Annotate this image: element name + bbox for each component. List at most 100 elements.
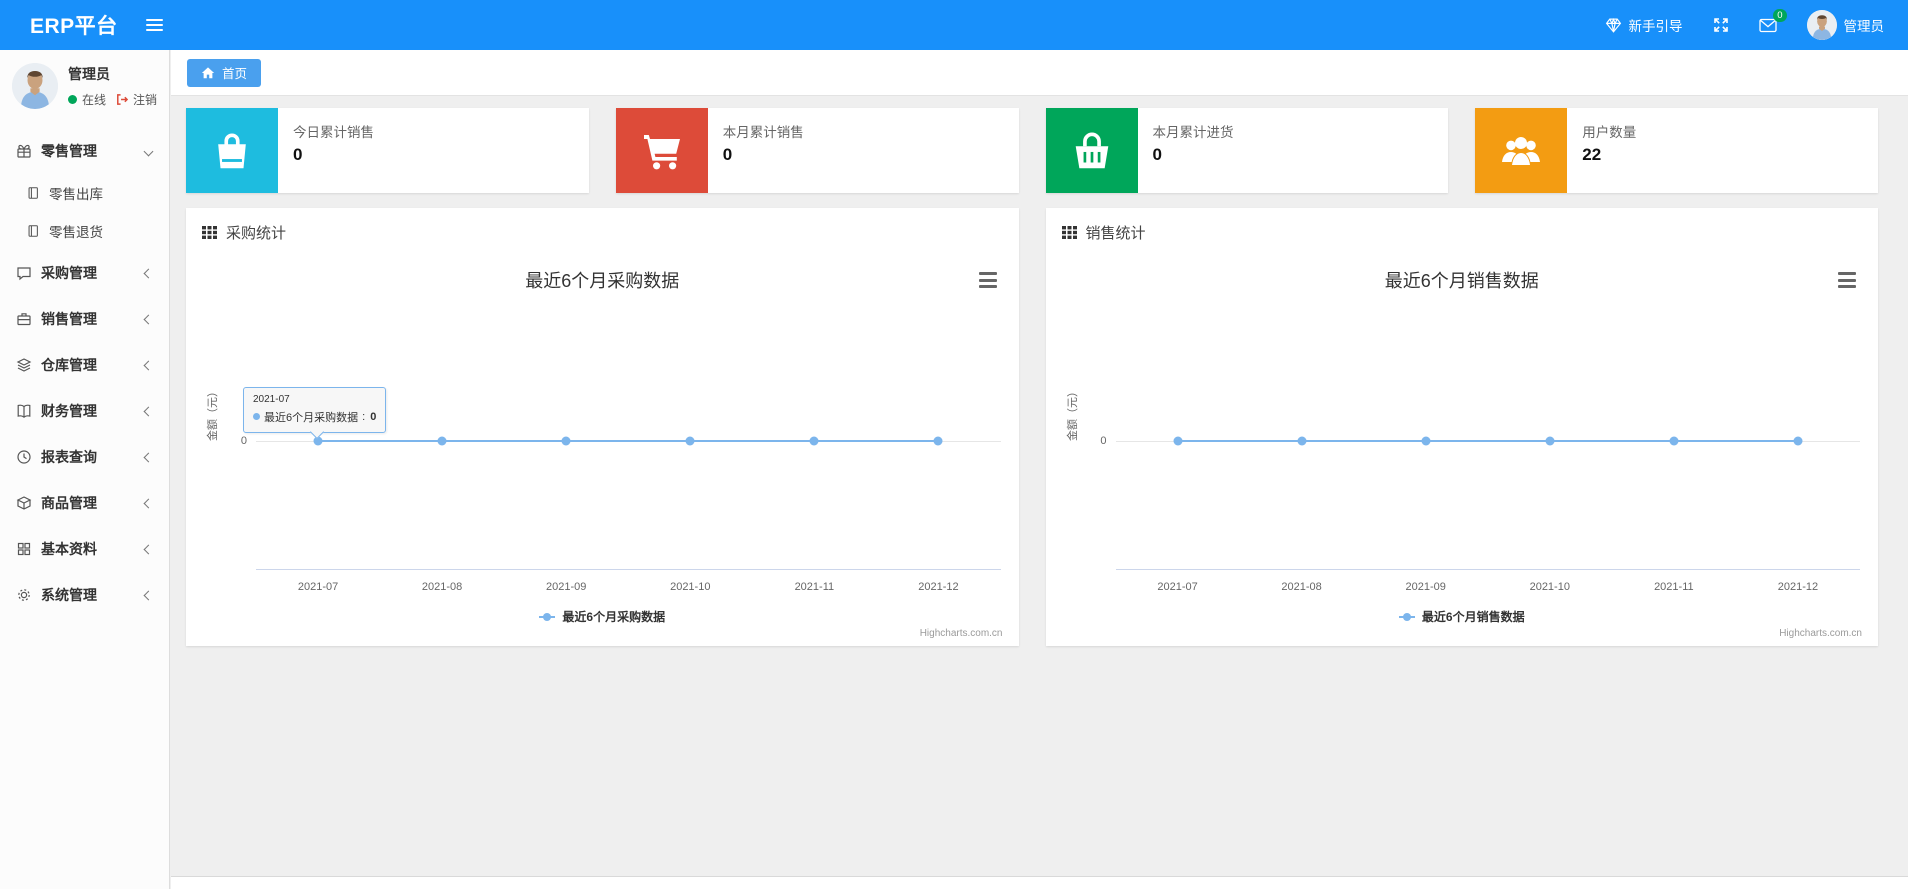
stat-label: 用户数量 bbox=[1582, 125, 1637, 140]
users-icon bbox=[1475, 108, 1568, 193]
user-name: 管理员 bbox=[1843, 19, 1885, 34]
chart-legend[interactable]: 最近6个月采购数据 bbox=[202, 608, 1003, 625]
home-icon bbox=[201, 66, 215, 80]
panel-title: 销售统计 bbox=[1085, 225, 1146, 242]
sidebar-item-retail-outbound[interactable]: 零售出库 bbox=[0, 174, 169, 212]
chevron-left-icon bbox=[143, 268, 154, 278]
stat-value: 0 bbox=[293, 145, 303, 164]
layers-icon bbox=[16, 357, 32, 373]
y-axis-tick: 0 bbox=[1100, 434, 1107, 447]
chevron-left-icon bbox=[143, 314, 154, 324]
highcharts-credits[interactable]: Highcharts.com.cn bbox=[1779, 628, 1862, 639]
tooltip-series-dot bbox=[253, 413, 260, 420]
sidebar-item-retail[interactable]: 零售管理 bbox=[0, 128, 169, 174]
sidebar-item-warehouse[interactable]: 仓库管理 bbox=[0, 342, 169, 388]
chart-tooltip: 2021-07 最近6个月采购数据: 0 bbox=[243, 386, 387, 433]
chevron-left-icon bbox=[143, 544, 154, 554]
sidebar-toggle-button[interactable] bbox=[140, 10, 170, 40]
shopping-bag-icon bbox=[186, 108, 278, 193]
sidebar-item-purchase[interactable]: 采购管理 bbox=[0, 250, 169, 296]
online-status-icon bbox=[68, 95, 77, 104]
chart-menu-button[interactable] bbox=[1836, 271, 1858, 289]
x-axis-labels: 2021-07 2021-08 2021-09 2021-10 2021-11 2021-… bbox=[1157, 581, 1819, 593]
fullscreen-icon bbox=[1713, 17, 1729, 33]
x-axis-labels: 2021-07 2021-08 2021-09 2021-10 2021-11 2021-… bbox=[297, 581, 959, 593]
stat-card-month-sales: 本月累计销售 0 bbox=[615, 108, 1019, 193]
stat-label: 今日累计销售 bbox=[293, 125, 374, 140]
grid-icon bbox=[16, 541, 32, 557]
stat-card-user-count: 用户数量 22 bbox=[1475, 108, 1878, 193]
sidebar-item-reports[interactable]: 报表查询 bbox=[0, 434, 169, 480]
legend-line-marker-icon bbox=[539, 612, 556, 621]
package-icon bbox=[16, 495, 32, 511]
chevron-down-icon bbox=[143, 146, 154, 156]
plot-area: 金额（元） 0 2021-07 最近6个月采购数据: 0 bbox=[207, 312, 1001, 570]
fullscreen-button[interactable] bbox=[1713, 17, 1729, 33]
journal-icon bbox=[26, 186, 40, 200]
stat-card-today-sales: 今日累计销售 0 bbox=[186, 108, 589, 193]
sales-chart: 最近6个月销售数据 金额（元） 0 2021-07 2021-08 2021-09 2… bbox=[1062, 247, 1863, 639]
tab-home[interactable]: 首页 bbox=[187, 58, 262, 87]
chat-icon bbox=[16, 265, 32, 281]
main-content: 首页 今日累计销售 0 本月累计销售 0 本月累计进货 0 用户数量 22 采购… bbox=[171, 50, 1908, 876]
app-brand: ERP平台 bbox=[30, 15, 118, 38]
sidebar-item-finance[interactable]: 财务管理 bbox=[0, 388, 169, 434]
sidebar: 管理员 在线 注销 零售管理 零售出库 零售退货 采购管理 销售管理 仓库管理 … bbox=[0, 50, 170, 889]
legend-line-marker-icon bbox=[1398, 612, 1415, 621]
guide-link[interactable]: 新手引导 bbox=[1605, 15, 1683, 35]
th-grid-icon bbox=[1061, 225, 1077, 240]
messages-button[interactable]: 0 bbox=[1758, 8, 1787, 33]
plot-area: 金额（元） 0 bbox=[1067, 312, 1860, 570]
purchase-stats-panel: 采购统计 最近6个月采购数据 金额（元） 0 2021-07 最近6个月采购数据… bbox=[186, 208, 1019, 646]
tab-bar: 首页 bbox=[171, 50, 1908, 96]
online-status-label: 在线 bbox=[82, 93, 107, 107]
chart-panels-row: 采购统计 最近6个月采购数据 金额（元） 0 2021-07 最近6个月采购数据… bbox=[186, 208, 1878, 646]
chart-title: 最近6个月销售数据 bbox=[1384, 271, 1539, 291]
chevron-left-icon bbox=[143, 498, 154, 508]
gear-icon bbox=[16, 587, 32, 603]
highcharts-credits[interactable]: Highcharts.com.cn bbox=[920, 628, 1003, 639]
gift-icon bbox=[16, 143, 32, 159]
sidebar-item-sales[interactable]: 销售管理 bbox=[0, 296, 169, 342]
chevron-left-icon bbox=[143, 452, 154, 462]
stat-label: 本月累计销售 bbox=[722, 125, 804, 140]
messages-count-badge: 0 bbox=[1773, 8, 1787, 22]
stat-value: 22 bbox=[1582, 145, 1602, 164]
chart-menu-button[interactable] bbox=[977, 271, 999, 289]
chart-title: 最近6个月采购数据 bbox=[525, 271, 680, 291]
journal-icon bbox=[26, 224, 40, 238]
sidebar-user-name: 管理员 bbox=[68, 66, 110, 82]
navbar-right: 新手引导 0 管理员 bbox=[1605, 8, 1908, 40]
sidebar-item-products[interactable]: 商品管理 bbox=[0, 480, 169, 526]
sales-stats-panel: 销售统计 最近6个月销售数据 金额（元） 0 2021-07 2021-08 202… bbox=[1045, 208, 1878, 646]
briefcase-icon bbox=[16, 311, 32, 327]
stat-value: 0 bbox=[722, 145, 733, 164]
clock-icon bbox=[16, 449, 32, 465]
stat-card-month-purchase: 本月累计进货 0 bbox=[1045, 108, 1449, 193]
purchase-chart: 最近6个月采购数据 金额（元） 0 2021-07 最近6个月采购数据: 0 2… bbox=[202, 247, 1003, 639]
basket-icon bbox=[1045, 108, 1138, 193]
stat-value: 0 bbox=[1152, 145, 1162, 164]
stat-label: 本月累计进货 bbox=[1152, 125, 1234, 140]
logout-icon bbox=[115, 93, 129, 106]
chevron-left-icon bbox=[143, 590, 154, 600]
chart-legend[interactable]: 最近6个月销售数据 bbox=[1062, 608, 1863, 625]
book-icon bbox=[16, 403, 32, 419]
gem-icon bbox=[1605, 17, 1622, 34]
logout-link[interactable]: 注销 bbox=[133, 91, 157, 108]
th-grid-icon bbox=[202, 225, 217, 240]
sidebar-user-panel: 管理员 在线 注销 bbox=[0, 50, 169, 122]
y-axis-tick: 0 bbox=[240, 434, 247, 447]
stat-cards-row: 今日累计销售 0 本月累计销售 0 本月累计进货 0 用户数量 22 bbox=[186, 108, 1878, 193]
user-menu[interactable]: 管理员 bbox=[1806, 10, 1885, 40]
user-avatar bbox=[1806, 10, 1837, 40]
hamburger-icon bbox=[146, 16, 164, 34]
top-navbar: ERP平台 新手引导 0 管理员 bbox=[0, 0, 1908, 50]
chevron-left-icon bbox=[143, 406, 154, 416]
sidebar-item-basic-data[interactable]: 基本资料 bbox=[0, 526, 169, 572]
cart-icon bbox=[615, 108, 708, 193]
footer bbox=[171, 876, 1908, 889]
sidebar-user-avatar bbox=[12, 63, 58, 109]
sidebar-item-retail-return[interactable]: 零售退货 bbox=[0, 212, 169, 250]
sidebar-item-system[interactable]: 系统管理 bbox=[0, 572, 169, 618]
